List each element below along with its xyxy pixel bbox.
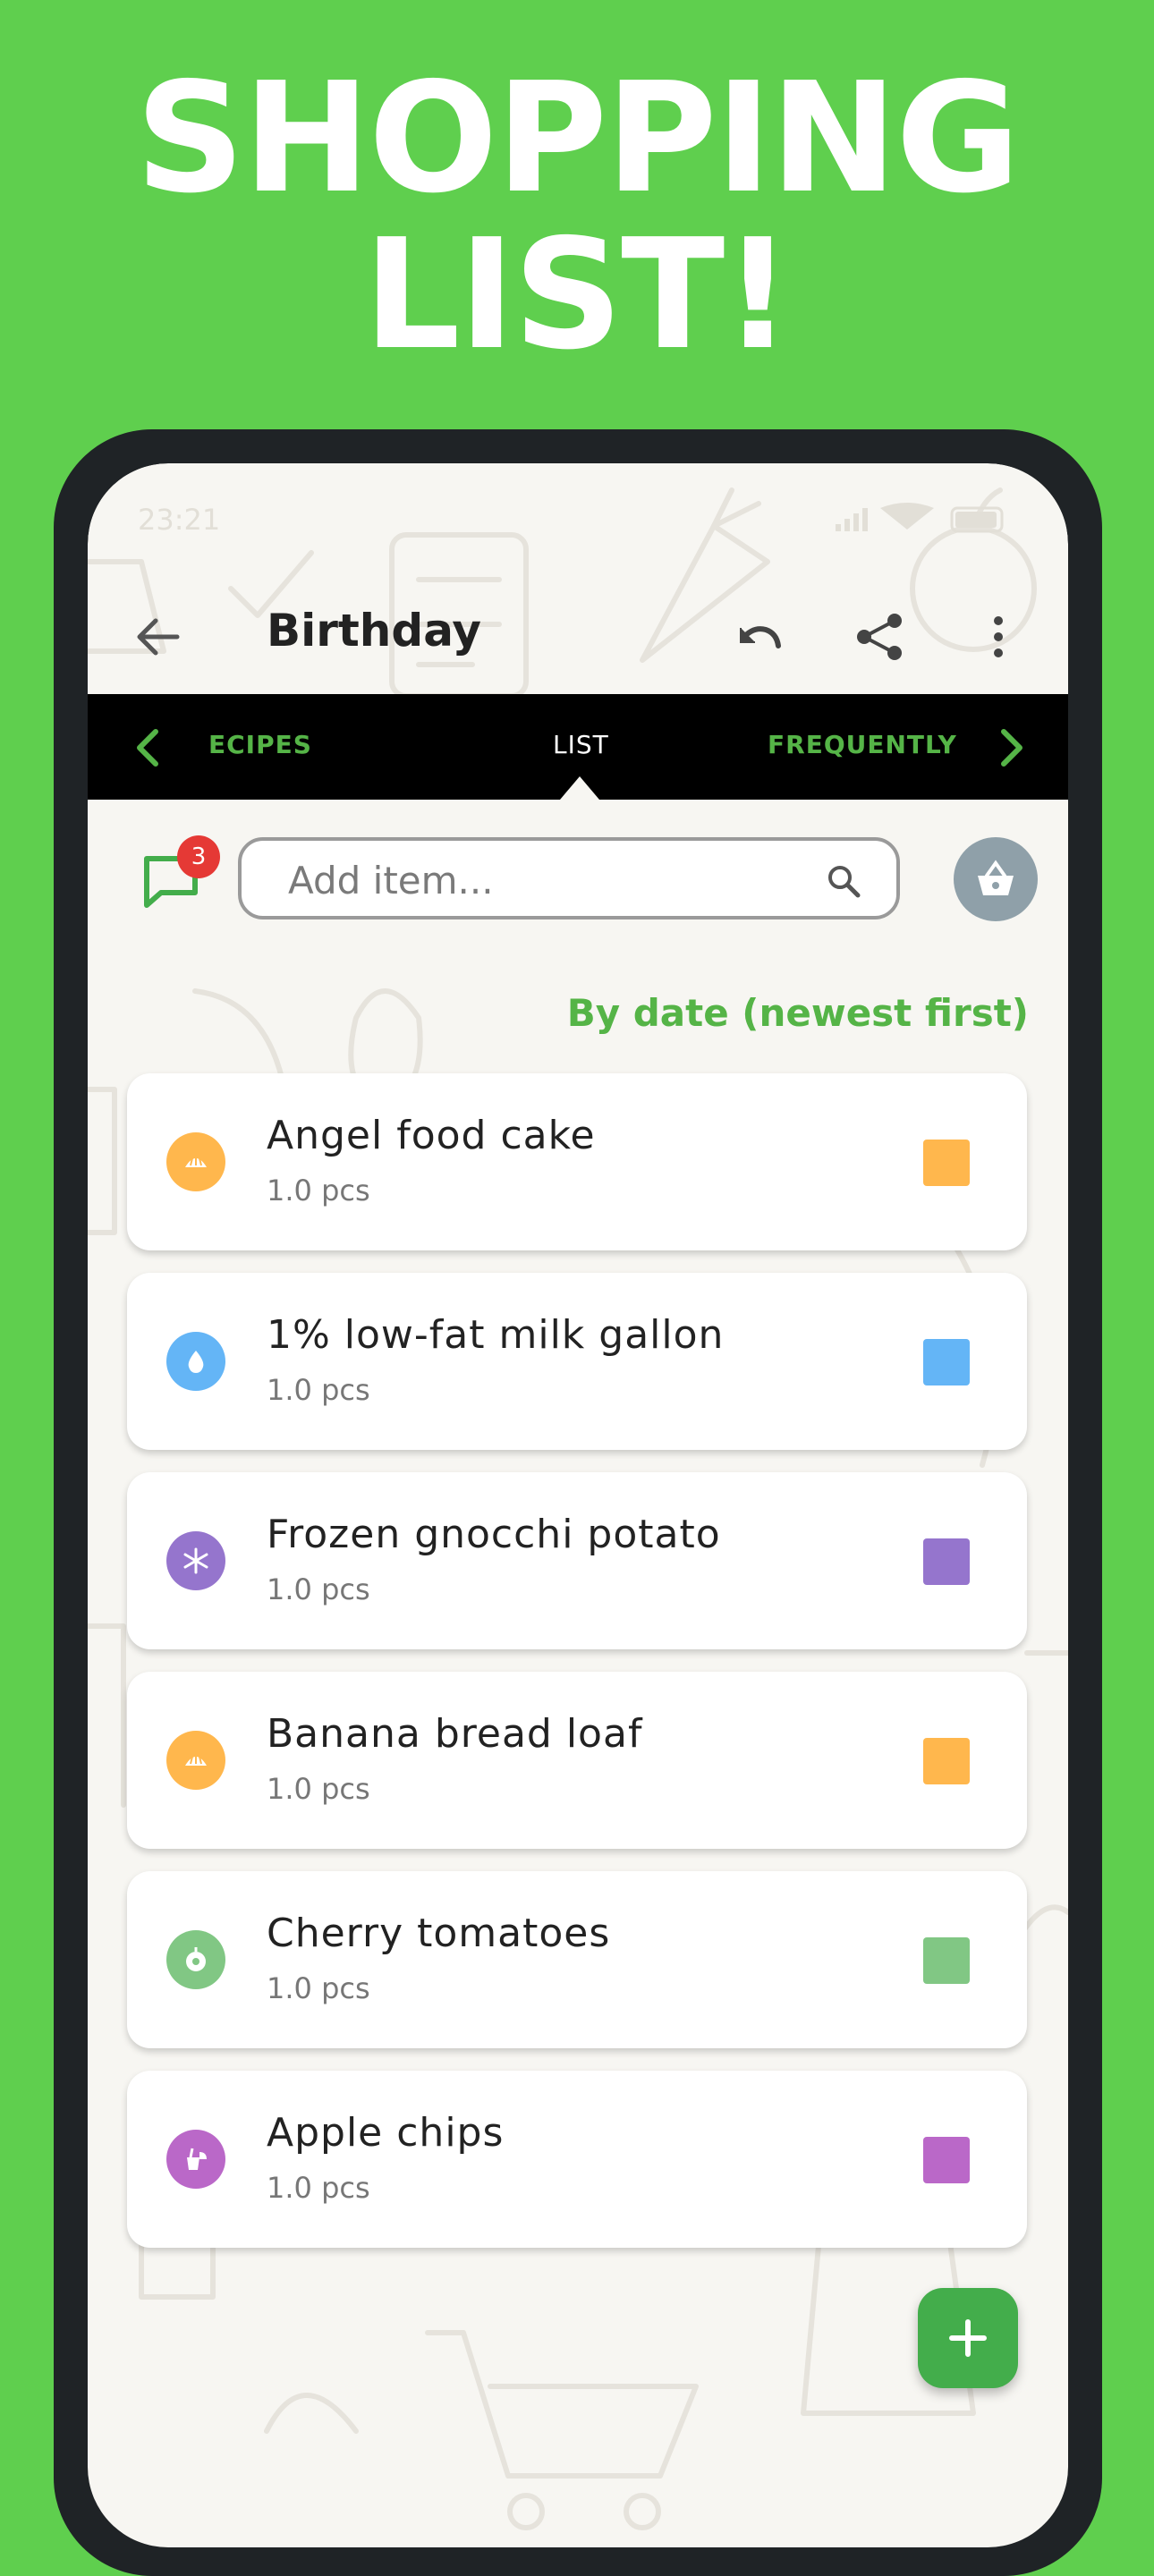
active-tab-indicator — [560, 776, 599, 800]
item-quantity: 1.0 pcs — [267, 1572, 370, 1606]
item-checkbox[interactable] — [923, 1140, 970, 1186]
bakery-icon — [166, 1731, 225, 1790]
item-checkbox[interactable] — [923, 1339, 970, 1385]
headline-line-2: List! — [363, 207, 793, 384]
snowflake-icon — [166, 1531, 225, 1590]
add-item-button[interactable] — [918, 2288, 1018, 2388]
signal-battery-icon — [836, 503, 1004, 533]
list-item[interactable]: Angel food cake 1.0 pcs — [127, 1073, 1027, 1250]
basket-button[interactable] — [954, 837, 1038, 921]
tab-frequently[interactable]: FREQUENTLY — [768, 730, 957, 759]
bakery-icon — [166, 1132, 225, 1191]
list-item[interactable]: Apple chips 1.0 pcs — [127, 2071, 1027, 2248]
list-item[interactable]: 1% low-fat milk gallon 1.0 pcs — [127, 1273, 1027, 1450]
item-name: Cherry tomatoes — [267, 1911, 611, 1956]
tab-bar: ECIPES LIST FREQUENTLY — [88, 694, 1068, 800]
item-quantity: 1.0 pcs — [267, 2171, 370, 2205]
shopping-list: Angel food cake 1.0 pcs 1% low-fat milk … — [127, 1073, 1027, 2270]
arrow-left-icon[interactable] — [131, 610, 184, 664]
chevron-left-icon[interactable] — [131, 728, 166, 767]
chevron-right-icon[interactable] — [993, 728, 1029, 767]
list-title: Birthday — [267, 605, 481, 657]
item-name: Apple chips — [267, 2110, 505, 2156]
list-item[interactable]: Banana bread loaf 1.0 pcs — [127, 1672, 1027, 1849]
promo-headline: Shopping List! — [0, 63, 1154, 371]
app-bar: Birthday — [88, 571, 1068, 696]
plus-icon — [949, 2319, 987, 2357]
milk-drop-icon — [166, 1332, 225, 1391]
add-item-field — [238, 837, 900, 919]
item-quantity: 1.0 pcs — [267, 1373, 370, 1407]
add-item-input[interactable] — [288, 857, 825, 903]
item-checkbox[interactable] — [923, 1937, 970, 1984]
phone-bezel: 23:21 Birthday ECIPES LIST FREQUENTLY 3 … — [88, 463, 1068, 2547]
notification-badge: 3 — [177, 835, 220, 878]
share-icon[interactable] — [853, 610, 907, 664]
undo-icon[interactable] — [730, 610, 784, 664]
more-vertical-icon[interactable] — [980, 610, 1016, 664]
status-bar: 23:21 — [138, 503, 1014, 538]
basket-icon — [978, 860, 1014, 895]
list-item[interactable]: Cherry tomatoes 1.0 pcs — [127, 1871, 1027, 2048]
item-quantity: 1.0 pcs — [267, 1174, 370, 1208]
item-quantity: 1.0 pcs — [267, 1772, 370, 1806]
item-checkbox[interactable] — [923, 1538, 970, 1585]
item-checkbox[interactable] — [923, 1738, 970, 1784]
search-icon[interactable] — [827, 864, 861, 898]
produce-icon — [166, 1930, 225, 1989]
item-name: Angel food cake — [267, 1113, 596, 1158]
status-icons — [836, 503, 1014, 540]
item-checkbox[interactable] — [923, 2137, 970, 2183]
app-screen: 23:21 Birthday ECIPES LIST FREQUENTLY 3 … — [88, 463, 1068, 2547]
status-time: 23:21 — [138, 503, 221, 537]
snack-icon — [166, 2130, 225, 2189]
item-quantity: 1.0 pcs — [267, 1971, 370, 2005]
phone-frame: 23:21 Birthday ECIPES LIST FREQUENTLY 3 … — [54, 429, 1102, 2576]
sort-order-label[interactable]: By date (newest first) — [567, 991, 1029, 1035]
item-name: Banana bread loaf — [267, 1711, 643, 1757]
tab-recipes[interactable]: ECIPES — [208, 730, 312, 759]
list-item[interactable]: Frozen gnocchi potato 1.0 pcs — [127, 1472, 1027, 1649]
item-name: Frozen gnocchi potato — [267, 1512, 721, 1557]
item-name: 1% low-fat milk gallon — [267, 1312, 725, 1358]
headline-line-1: Shopping — [135, 50, 1020, 227]
